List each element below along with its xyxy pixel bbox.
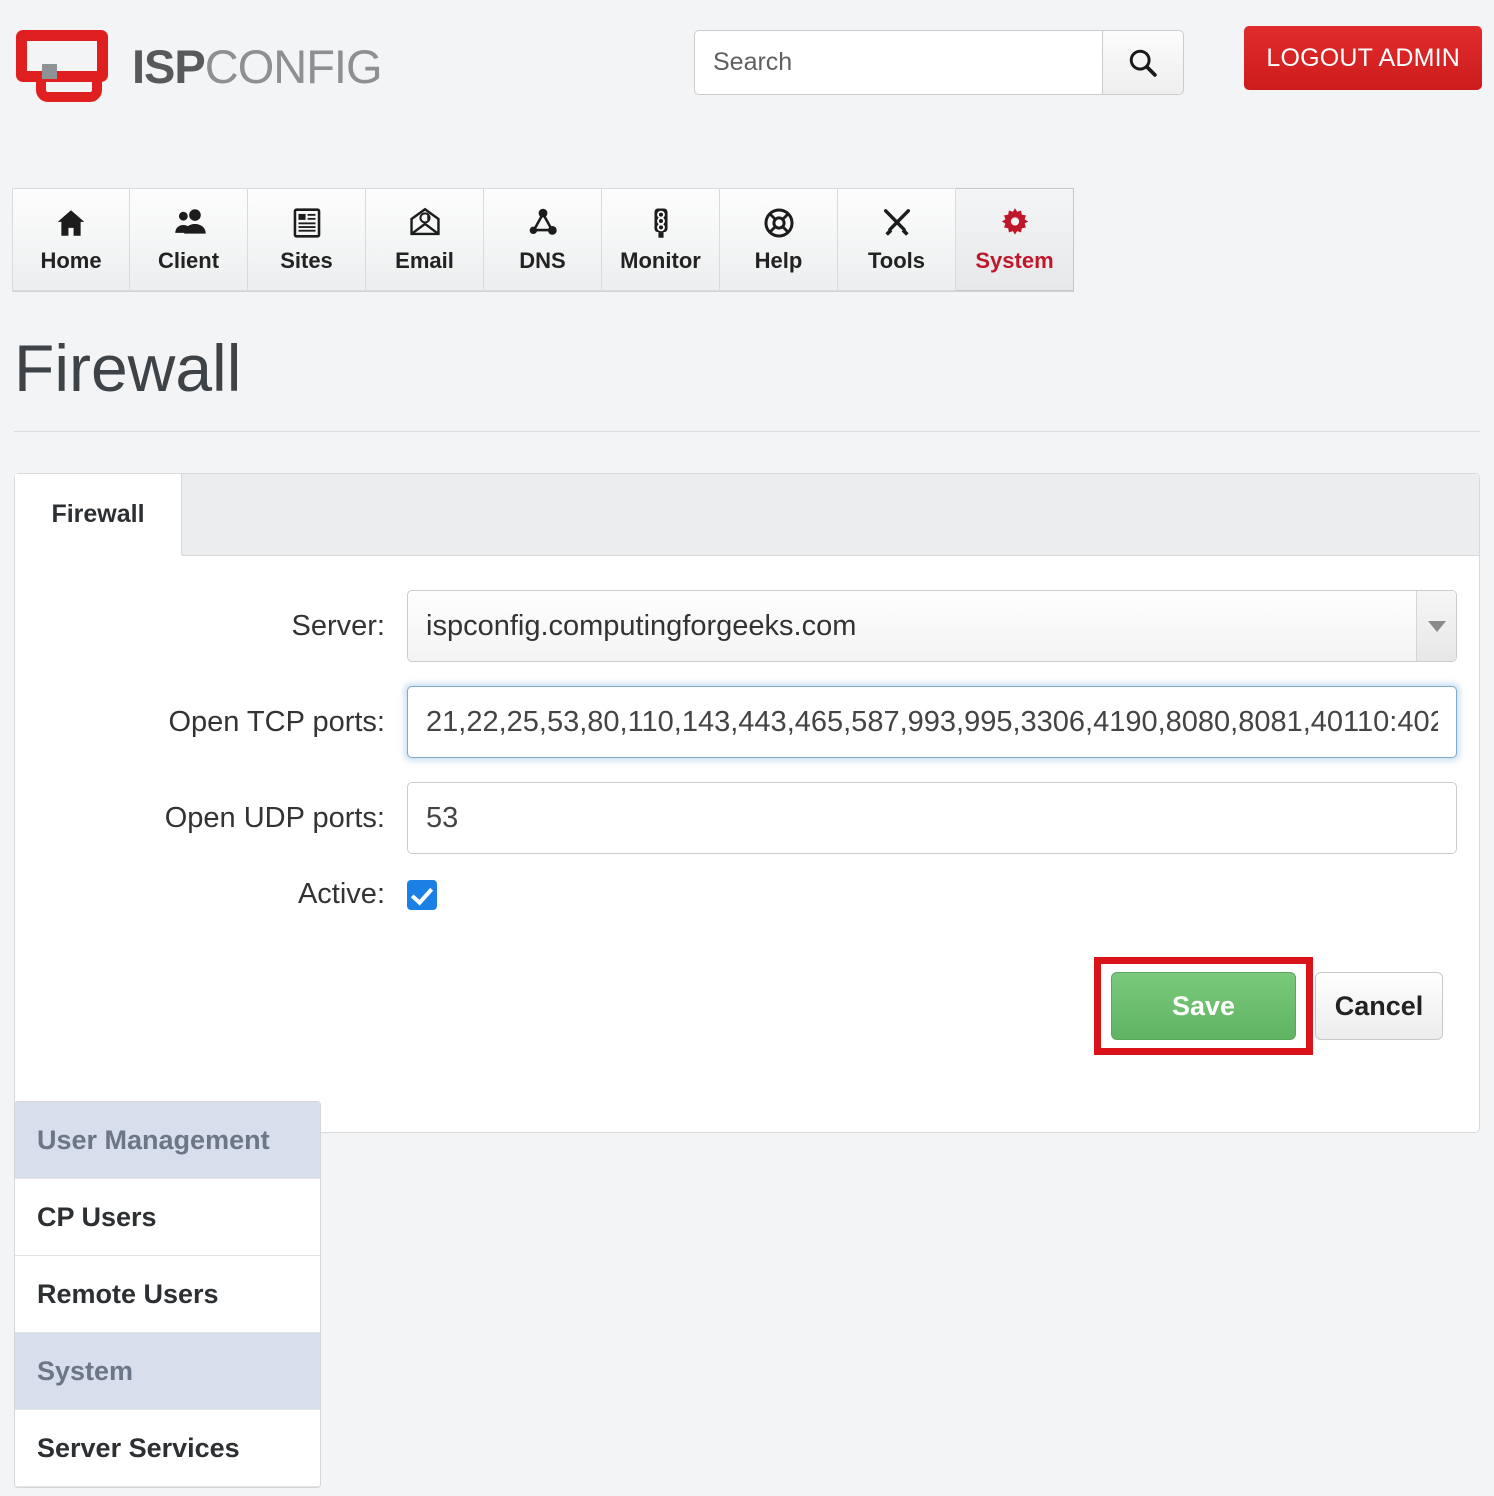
- nav-item-sites[interactable]: Sites: [248, 188, 366, 291]
- tcp-ports-label: Open TCP ports:: [168, 705, 385, 738]
- logo-text-light: CONFIG: [204, 39, 383, 93]
- document-icon: [293, 207, 320, 238]
- logout-button[interactable]: LOGOUT ADMIN: [1244, 26, 1482, 90]
- sidebar-menu: User Management CP Users Remote Users Sy…: [14, 1101, 321, 1488]
- nav-item-help[interactable]: Help: [720, 188, 838, 291]
- nav-label: Help: [754, 247, 803, 273]
- main-navigation: Home Client Sites Email DNS Monitor Help…: [12, 188, 1074, 292]
- server-select[interactable]: ispconfig.computingforgeeks.com: [407, 590, 1457, 662]
- users-icon: [174, 208, 206, 234]
- save-button[interactable]: Save: [1111, 972, 1296, 1040]
- network-icon: [529, 208, 557, 235]
- server-select-wrap: ispconfig.computingforgeeks.com: [407, 590, 1457, 662]
- chevron-down-icon[interactable]: [1416, 591, 1456, 661]
- firewall-form: Server: ispconfig.computingforgeeks.com …: [15, 556, 1479, 1055]
- tools-icon: [883, 208, 910, 236]
- nav-label: Email: [395, 247, 454, 273]
- form-row-active: Active:: [15, 878, 1479, 911]
- save-highlight-box: Save: [1094, 957, 1313, 1055]
- nav-item-client[interactable]: Client: [130, 188, 248, 291]
- cancel-button[interactable]: Cancel: [1315, 972, 1443, 1040]
- nav-label: DNS: [519, 247, 566, 273]
- ispconfig-logo: ISPCONFIG: [14, 28, 383, 104]
- lifebuoy-icon: [763, 207, 794, 238]
- logo-wordmark: ISPCONFIG: [132, 39, 383, 94]
- sidebar-header-user-management: User Management: [15, 1102, 320, 1179]
- page-title: Firewall: [14, 331, 242, 405]
- traffic-light-icon: [653, 208, 668, 238]
- search-button[interactable]: [1102, 30, 1184, 95]
- gear-icon: [1001, 207, 1028, 235]
- nav-label: System: [975, 247, 1054, 273]
- firewall-panel: Firewall Server: ispconfig.computingforg…: [14, 473, 1480, 1133]
- app-page: ISPCONFIG LOGOUT ADMIN Home: [0, 0, 1494, 1496]
- sidebar-item-server-services[interactable]: Server Services: [15, 1410, 320, 1487]
- search-bar: [694, 30, 1184, 95]
- server-label: Server:: [291, 609, 385, 642]
- nav-item-dns[interactable]: DNS: [484, 188, 602, 291]
- sidebar-header-system: System: [15, 1333, 320, 1410]
- nav-label: Tools: [867, 247, 926, 273]
- panel-tabstrip: Firewall: [15, 474, 1479, 556]
- nav-item-tools[interactable]: Tools: [838, 188, 956, 291]
- search-icon: [1129, 49, 1157, 77]
- nav-label: Home: [40, 247, 102, 273]
- sidebar-item-remote-users[interactable]: Remote Users: [15, 1256, 320, 1333]
- tab-firewall[interactable]: Firewall: [15, 474, 182, 556]
- home-icon: [57, 209, 85, 236]
- nav-label: Monitor: [620, 247, 701, 273]
- title-divider: [14, 431, 1480, 432]
- active-label: Active:: [297, 878, 385, 910]
- form-buttons: Save Cancel: [15, 935, 1479, 1055]
- logo-text-bold: ISP: [132, 39, 206, 93]
- search-input[interactable]: [694, 30, 1102, 95]
- envelope-at-icon: [409, 207, 440, 235]
- nav-item-system[interactable]: System: [956, 188, 1074, 291]
- nav-label: Client: [157, 247, 220, 273]
- nav-label: Sites: [280, 247, 333, 273]
- sidebar-item-cp-users[interactable]: CP Users: [15, 1179, 320, 1256]
- active-checkbox[interactable]: [407, 879, 437, 910]
- tcp-ports-input[interactable]: [407, 686, 1457, 758]
- nav-item-home[interactable]: Home: [12, 188, 130, 291]
- form-row-tcp-ports: Open TCP ports:: [15, 686, 1479, 758]
- udp-ports-input[interactable]: [407, 782, 1457, 854]
- monitor-logo-icon: [14, 28, 126, 104]
- app-header: ISPCONFIG LOGOUT ADMIN: [0, 0, 1494, 150]
- udp-ports-label: Open UDP ports:: [164, 801, 385, 834]
- nav-item-monitor[interactable]: Monitor: [602, 188, 720, 291]
- form-row-udp-ports: Open UDP ports:: [15, 782, 1479, 854]
- form-row-server: Server: ispconfig.computingforgeeks.com: [15, 590, 1479, 662]
- nav-item-email[interactable]: Email: [366, 188, 484, 291]
